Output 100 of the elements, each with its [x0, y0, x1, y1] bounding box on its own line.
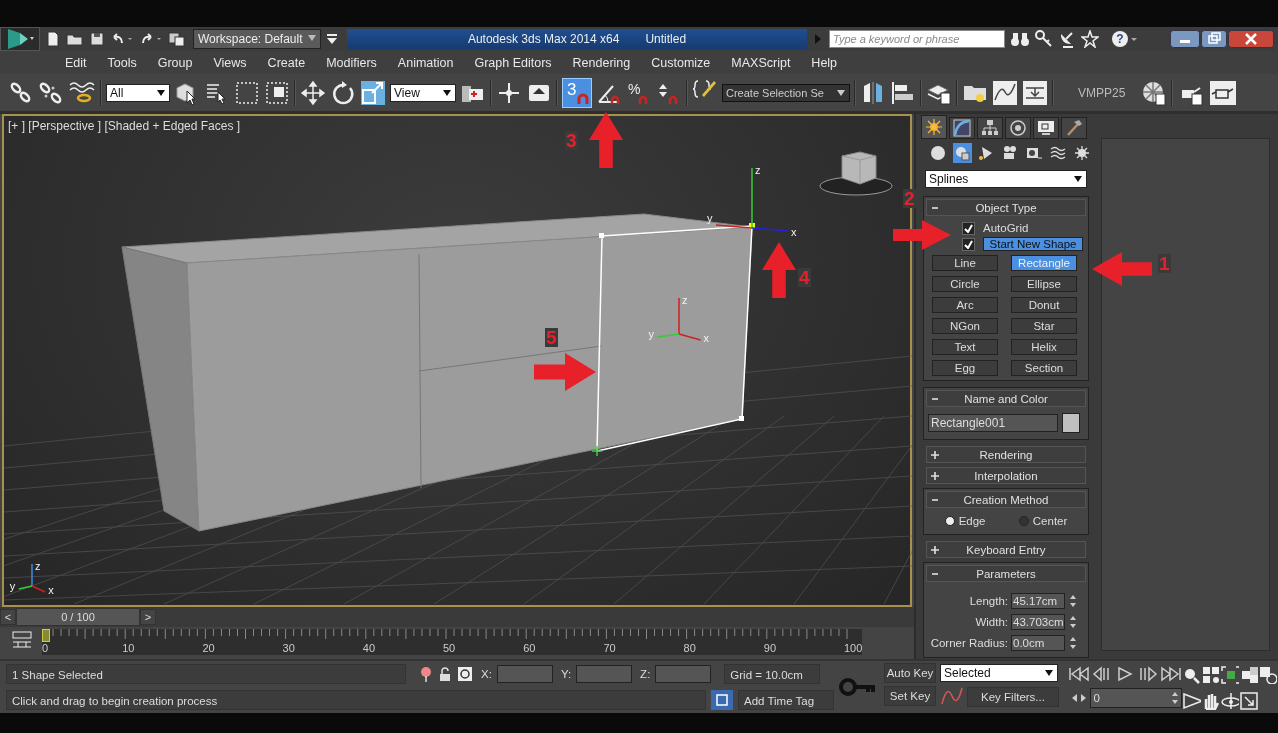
rollout-header[interactable]: Parameters — [926, 565, 1086, 582]
move-icon[interactable] — [300, 79, 326, 106]
key-mode-dropdown[interactable]: Selected — [940, 664, 1058, 682]
save-icon[interactable] — [89, 31, 105, 47]
x-coordinate-field[interactable] — [496, 664, 553, 683]
menu-item[interactable]: Create — [257, 55, 317, 70]
absolute-mode-icon[interactable] — [457, 665, 473, 682]
search-field[interactable]: Type a keyword or phrase — [829, 30, 1005, 48]
parameter-field[interactable]: 0.0cm — [1011, 634, 1065, 651]
next-frame-icon[interactable] — [1137, 666, 1159, 682]
utilities-hammer-icon[interactable] — [1061, 117, 1087, 139]
radio-button[interactable] — [1018, 516, 1029, 526]
menu-item[interactable]: Help — [801, 55, 849, 70]
align-icon[interactable] — [890, 79, 916, 106]
modify-curve-icon[interactable] — [949, 117, 975, 139]
checkbox[interactable] — [962, 237, 975, 251]
dropdown-caret-icon[interactable] — [443, 89, 451, 96]
menu-item[interactable]: MAXScript — [721, 55, 802, 70]
plus-icon[interactable] — [929, 470, 941, 481]
menu-item[interactable]: Views — [203, 55, 258, 70]
shape-type-button[interactable]: Line — [932, 255, 998, 271]
menu-item[interactable]: Animation — [387, 55, 465, 70]
curve-editor-icon[interactable] — [992, 79, 1018, 106]
next-frame-button[interactable]: > — [140, 609, 156, 626]
gear-particles-icon[interactable] — [1072, 143, 1091, 163]
shape-type-button[interactable]: Ellipse — [1011, 276, 1077, 292]
shape-type-button[interactable]: Section — [1011, 360, 1077, 376]
menu-item[interactable]: Group — [147, 55, 204, 70]
star-icon[interactable] — [1081, 30, 1099, 48]
spinner-icon[interactable] — [1171, 691, 1179, 705]
object-name-field[interactable]: Rectangle001 — [928, 414, 1058, 432]
category-dropdown[interactable]: Splines — [925, 170, 1087, 188]
menu-item[interactable]: Rendering — [562, 55, 642, 70]
start-new-shape-button[interactable]: Start New Shape — [983, 237, 1083, 251]
shape-type-button[interactable]: Helix — [1011, 339, 1077, 355]
go-to-end-icon[interactable] — [1160, 666, 1182, 682]
radio-button[interactable] — [944, 516, 955, 526]
menu-item[interactable]: Modifiers — [316, 55, 388, 70]
shape-type-button[interactable]: Circle — [932, 276, 998, 292]
zoom-extents-icon[interactable] — [1220, 665, 1239, 684]
object-color-swatch[interactable] — [1062, 413, 1080, 433]
menu-item[interactable]: Tools — [97, 55, 148, 70]
key-filters-button[interactable]: Key Filters... — [967, 687, 1059, 707]
plus-icon[interactable] — [929, 544, 941, 555]
rectangular-selection-icon[interactable] — [234, 79, 260, 106]
restore-icon[interactable] — [1201, 30, 1227, 48]
project-folder-icon[interactable] — [168, 31, 186, 47]
lock-icon[interactable] — [438, 665, 452, 682]
binoculars-icon[interactable] — [1010, 30, 1030, 48]
maximize-viewport-icon[interactable] — [1239, 691, 1258, 710]
shape-type-button[interactable]: Egg — [932, 360, 998, 376]
shape-type-button[interactable]: Star — [1011, 318, 1077, 334]
workspace-dropdown[interactable]: Workspace: Default — [193, 29, 321, 49]
time-tag-icon[interactable] — [711, 689, 733, 710]
parameter-field[interactable]: 45.17cm — [1011, 592, 1065, 609]
satellite-dish-icon[interactable] — [1058, 30, 1076, 48]
rollout-header[interactable]: Name and Color — [926, 390, 1086, 407]
shape-type-button[interactable]: Donut — [1011, 297, 1077, 313]
menu-item[interactable]: Edit — [55, 55, 98, 70]
scale-icon[interactable] — [360, 79, 386, 106]
rollout-header[interactable]: Keyboard Entry — [926, 541, 1086, 558]
rollout-header[interactable]: Rendering — [926, 446, 1086, 463]
dropdown-caret-icon[interactable] — [1045, 670, 1053, 676]
hierarchy-icon[interactable] — [977, 117, 1003, 139]
shapes-icon[interactable] — [952, 143, 972, 163]
reference-coordinate-dropdown[interactable]: View — [390, 83, 456, 102]
shape-type-button[interactable]: NGon — [932, 318, 998, 334]
current-frame-field[interactable]: 0 — [1090, 688, 1182, 708]
track-bar[interactable]: 0 10 20 30 40 50 60 70 80 90 100 — [42, 629, 862, 656]
add-time-tag-field[interactable]: Add Time Tag — [738, 689, 834, 710]
rotate-icon[interactable] — [330, 79, 356, 106]
rollout-header[interactable]: Interpolation — [926, 467, 1086, 484]
close-icon[interactable] — [1228, 30, 1274, 48]
rollout-header[interactable]: Object Type — [926, 199, 1086, 216]
rollout-header[interactable]: Creation Method — [926, 491, 1086, 508]
time-slider-thumb[interactable]: 0 / 100 — [16, 608, 140, 627]
sphere-icon[interactable] — [929, 143, 948, 163]
set-key-button[interactable]: Set Key — [884, 686, 936, 706]
current-frame-marker[interactable] — [42, 629, 50, 643]
shape-type-button[interactable]: Arc — [932, 297, 998, 313]
previous-frame-button[interactable]: < — [0, 609, 16, 626]
pin-icon[interactable] — [419, 665, 433, 682]
window-crossing-icon[interactable] — [264, 79, 290, 106]
dropdown-caret-icon[interactable] — [157, 89, 165, 96]
dropdown-caret-icon[interactable] — [837, 89, 845, 96]
menu-item[interactable]: Customize — [641, 55, 722, 70]
minimize-icon[interactable] — [1170, 30, 1200, 48]
go-to-start-icon[interactable] — [1068, 666, 1090, 682]
dropdown-caret-icon[interactable] — [1074, 176, 1082, 182]
y-coordinate-field[interactable] — [576, 664, 633, 683]
key-icon[interactable] — [1035, 30, 1053, 48]
create-sun-icon[interactable] — [921, 115, 947, 139]
auto-key-button[interactable]: Auto Key — [884, 663, 936, 683]
zoom-all-icon[interactable] — [1201, 665, 1220, 684]
parameter-field[interactable]: 43.703cm — [1011, 613, 1065, 630]
new-file-icon[interactable] — [45, 31, 61, 47]
plus-icon[interactable] — [929, 449, 941, 460]
selection-filter-dropdown[interactable]: All — [106, 83, 170, 102]
orbit-icon[interactable] — [1220, 691, 1239, 710]
display-monitor-icon[interactable] — [1033, 117, 1059, 139]
